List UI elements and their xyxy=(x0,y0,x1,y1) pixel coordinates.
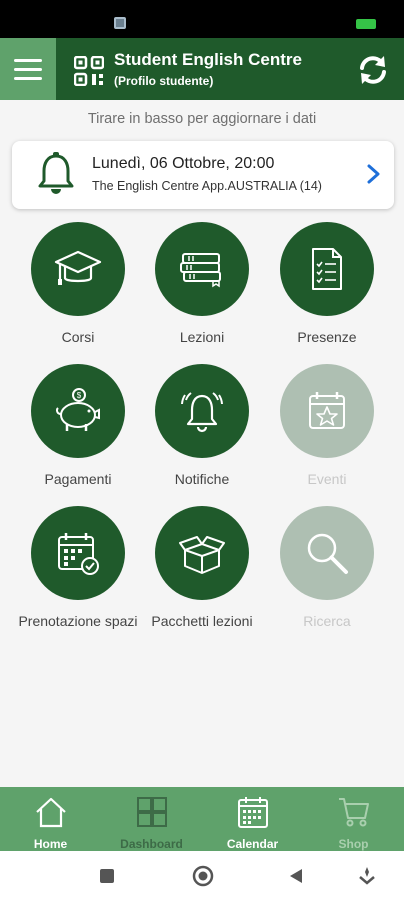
tile-label: Pacchetti lezioni xyxy=(151,613,253,629)
calendar-icon xyxy=(237,797,268,828)
hamburger-icon xyxy=(14,58,42,62)
notification-icon xyxy=(114,17,126,29)
nav-dashboard[interactable]: Dashboard xyxy=(101,787,202,851)
tile-label: Lezioni xyxy=(179,329,225,345)
tile-label: Notifiche xyxy=(174,471,230,487)
books-icon xyxy=(180,253,221,288)
nav-calendar[interactable]: Calendar xyxy=(202,787,303,851)
bell-icon xyxy=(38,152,74,194)
piggy-bank-icon: $ xyxy=(56,388,100,431)
notification-date: Lunedì, 06 Ottobre, 20:00 xyxy=(92,155,275,172)
tile-lezioni[interactable]: Lezioni xyxy=(140,222,264,348)
tile-pacchetti-lezioni[interactable]: Pacchetti lezioni xyxy=(140,506,264,632)
qr-code-icon[interactable] xyxy=(74,56,104,86)
tile-notifiche[interactable]: Notifiche xyxy=(140,364,264,490)
nav-label: Calendar xyxy=(226,837,279,851)
tile-label: Prenotazione spazi xyxy=(18,613,138,629)
svg-text:$: $ xyxy=(77,391,82,400)
app-header: Student English Centre (Profilo studente… xyxy=(0,38,404,100)
tile-label: Presenze xyxy=(297,329,357,345)
nav-shop[interactable]: Shop xyxy=(303,787,404,851)
nav-label: Shop xyxy=(338,837,369,851)
package-icon xyxy=(179,536,225,574)
back-icon[interactable] xyxy=(288,868,304,884)
dashboard-icon xyxy=(136,797,167,827)
nav-label: Dashboard xyxy=(120,837,183,851)
tile-label: Corsi xyxy=(61,329,95,345)
calendar-check-icon xyxy=(58,533,99,575)
app-title: Student English Centre xyxy=(114,50,302,69)
nav-home[interactable]: Home xyxy=(0,787,101,851)
tile-label: Eventi xyxy=(307,471,347,487)
bell-ringing-icon xyxy=(181,392,223,433)
tile-ricerca[interactable]: Ricerca xyxy=(265,506,389,632)
tile-prenotazione-spazi[interactable]: Prenotazione spazi xyxy=(16,506,140,632)
assistant-icon[interactable] xyxy=(358,866,376,886)
menu-button[interactable] xyxy=(0,38,56,100)
home-circle-icon[interactable] xyxy=(192,865,214,887)
recents-icon[interactable] xyxy=(100,869,114,883)
cart-icon xyxy=(338,798,369,827)
tile-eventi[interactable]: Eventi xyxy=(265,364,389,490)
search-icon xyxy=(307,533,348,574)
status-bar xyxy=(0,0,404,38)
tile-label: Ricerca xyxy=(303,613,351,629)
home-icon xyxy=(35,797,66,828)
tile-label: Pagamenti xyxy=(44,471,112,487)
notification-source: The English Centre App.AUSTRALIA (14) xyxy=(92,179,322,193)
refresh-icon[interactable] xyxy=(356,53,390,87)
battery-icon xyxy=(356,19,376,29)
calendar-star-icon xyxy=(309,392,345,429)
chevron-right-icon[interactable] xyxy=(366,163,382,185)
tile-corsi[interactable]: Corsi xyxy=(16,222,140,348)
graduation-cap-icon xyxy=(54,250,102,285)
checklist-icon xyxy=(312,248,342,290)
pull-to-refresh-hint: Tirare in basso per aggiornare i dati xyxy=(87,111,317,127)
tile-presenze[interactable]: Presenze xyxy=(265,222,389,348)
tile-pagamenti[interactable]: $ Pagamenti xyxy=(16,364,140,490)
nav-label: Home xyxy=(33,837,68,851)
app-subtitle: (Profilo studente) xyxy=(114,74,214,88)
bottom-navigation: Home Dashboard Calendar Shop xyxy=(0,787,404,851)
system-navigation-bar xyxy=(0,851,404,900)
notification-card[interactable]: Lunedì, 06 Ottobre, 20:00 The English Ce… xyxy=(12,141,394,209)
